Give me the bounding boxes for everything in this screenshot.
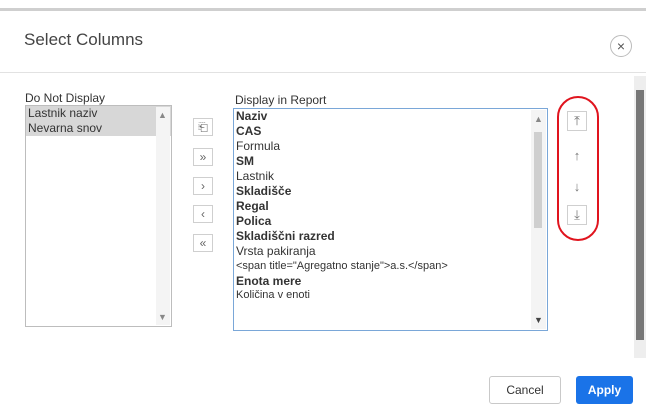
list-item[interactable]: Skladišče (234, 184, 547, 199)
list-item[interactable]: Naziv (234, 109, 547, 124)
cancel-button[interactable]: Cancel (489, 376, 561, 404)
display-in-report-label: Display in Report (235, 93, 327, 107)
do-not-display-label: Do Not Display (25, 91, 106, 105)
chevron-right-icon[interactable]: › (193, 177, 213, 195)
list-item[interactable]: Nevarna snov (26, 121, 171, 136)
list-item[interactable]: Formula (234, 139, 547, 154)
scroll-down-icon[interactable]: ▼ (158, 312, 167, 322)
list-item[interactable]: <span title="Agregatno stanje">a.s.</spa… (234, 259, 547, 274)
header-divider (0, 72, 646, 73)
scroll-up-icon[interactable]: ▲ (158, 110, 167, 120)
scrollbar-thumb[interactable] (636, 90, 644, 340)
double-chevron-left-icon[interactable]: « (193, 234, 213, 252)
list-item[interactable]: Polica (234, 214, 547, 229)
list-item[interactable]: Lastnik (234, 169, 547, 184)
list-item[interactable]: Skladiščni razred (234, 229, 547, 244)
list-item[interactable]: Količina v enoti (234, 289, 547, 301)
move-down-icon[interactable]: ↓ (567, 176, 587, 196)
display-in-report-list[interactable]: Naziv CAS Formula SM Lastnik Skladišče R… (233, 108, 548, 331)
apply-button[interactable]: Apply (576, 376, 633, 404)
list-item[interactable]: SM (234, 154, 547, 169)
list-item[interactable]: Lastnik naziv (26, 106, 171, 121)
move-top-icon[interactable]: ⤒ (567, 111, 587, 131)
reset-icon[interactable]: ⎗ (193, 118, 213, 136)
scrollbar[interactable]: ▲ ▼ (156, 107, 170, 325)
top-border (0, 8, 646, 11)
chevron-left-icon[interactable]: ‹ (193, 205, 213, 223)
scroll-up-icon[interactable]: ▲ (534, 114, 543, 124)
scrollbar[interactable]: ▲ ▼ (531, 110, 546, 329)
do-not-display-list[interactable]: Lastnik naziv Nevarna snov ▲ ▼ (25, 105, 172, 327)
list-item[interactable]: Enota mere (234, 274, 547, 289)
dialog-scrollbar[interactable] (634, 76, 646, 358)
scrollbar-thumb[interactable] (534, 132, 542, 228)
double-chevron-right-icon[interactable]: » (193, 148, 213, 166)
list-item[interactable]: Vrsta pakiranja (234, 244, 547, 259)
move-up-icon[interactable]: ↑ (567, 145, 587, 165)
dialog-title: Select Columns (24, 30, 144, 49)
close-icon[interactable]: × (610, 35, 632, 57)
move-bottom-icon[interactable]: ⤓ (567, 205, 587, 225)
list-item[interactable]: Regal (234, 199, 547, 214)
list-item[interactable]: CAS (234, 124, 547, 139)
scroll-down-icon[interactable]: ▼ (534, 315, 543, 325)
